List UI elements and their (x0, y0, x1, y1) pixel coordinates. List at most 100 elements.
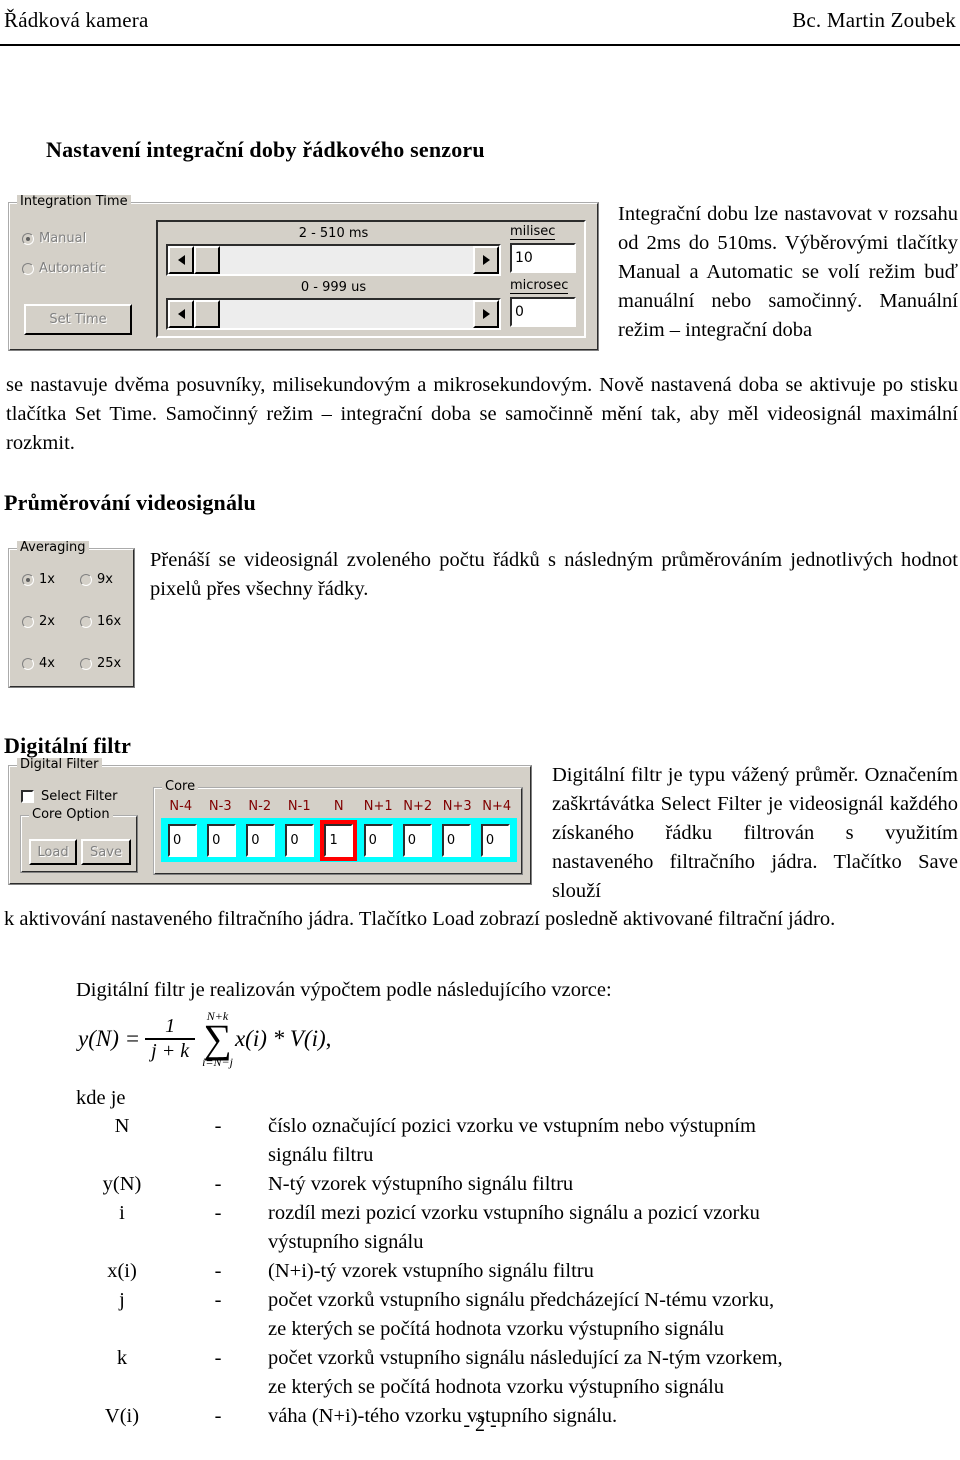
definition-text-xi: (N+i)-tý vzorek vstupního signálu filtru (268, 1260, 594, 1282)
core-label-n+4: N+4 (482, 799, 512, 814)
averaging-group-title: Averaging (17, 541, 89, 555)
radio-automatic[interactable]: Automatic (22, 261, 106, 276)
running-head-left: Řádková kamera (4, 8, 149, 32)
radio-averaging-1x-label: 1x (39, 572, 55, 587)
milisecond-slider-thumb[interactable] (194, 246, 220, 274)
radio-averaging-16x-indicator (80, 615, 92, 628)
core-label-n-4: N-4 (169, 799, 193, 814)
radio-averaging-2x-indicator (22, 615, 34, 628)
formula-summation: N+k ∑ i=N−j (202, 1010, 233, 1068)
formula-lhs: y(N) = (78, 1026, 141, 1051)
microsecond-slider-track[interactable] (220, 300, 473, 328)
formula-numerator: 1 (165, 1015, 176, 1037)
formula-body: x(i) * V(i) (234, 1026, 326, 1051)
core-cell-n[interactable]: 1 (320, 819, 358, 861)
core-label-n: N (333, 799, 344, 814)
radio-averaging-4x[interactable]: 4x (22, 656, 55, 671)
microsecond-slider-left-arrow[interactable] (168, 300, 194, 328)
integration-paragraph-full: se nastavuje dvěma posuvníky, milisekund… (6, 374, 958, 454)
radio-manual[interactable]: Manual (22, 231, 86, 246)
sigma-icon: ∑ (203, 1016, 232, 1061)
core-label-n-2: N-2 (248, 799, 272, 814)
definition-dash-k: - (214, 1347, 222, 1369)
radio-averaging-25x[interactable]: 25x (80, 656, 121, 671)
core-label-row: N-4 N-3 N-2 N-1 N N+1 N+2 N+3 N+4 (161, 799, 517, 814)
core-cell-n+3[interactable]: 0 (441, 823, 471, 857)
digital-filter-paragraph-right: Digitální filtr je typu vážený průměr. O… (552, 764, 958, 902)
definition-dash-i: - (214, 1202, 222, 1224)
us-range-caption: 0 - 999 us (300, 280, 367, 295)
microsecond-slider-right-arrow[interactable] (473, 300, 499, 328)
triangle-right-icon (482, 309, 490, 319)
core-option-group-title: Core Option (29, 808, 113, 822)
formula-where: kde je (76, 1087, 126, 1109)
radio-averaging-1x-indicator (22, 573, 34, 586)
definition-symbol-yN: y(N) (102, 1173, 142, 1195)
radio-averaging-2x[interactable]: 2x (22, 614, 55, 629)
definition-symbol-xi: x(i) (107, 1260, 137, 1282)
milisec-input[interactable]: 10 (510, 243, 576, 273)
core-cell-n+2[interactable]: 0 (402, 823, 432, 857)
definition-text-j: počet vzorků vstupního signálu předcháze… (268, 1289, 775, 1311)
radio-manual-label: Manual (39, 231, 87, 246)
definition-row-k: k - počet vzorků vstupního signálu násle… (76, 1344, 960, 1373)
milisec-label: milisec (510, 224, 556, 240)
milisecond-slider-left-arrow[interactable] (168, 246, 194, 274)
core-cell-n+1[interactable]: 0 (363, 823, 393, 857)
formula-denominator: j + k (151, 1040, 190, 1062)
milisecond-slider-track[interactable] (220, 246, 473, 274)
core-cell-n+4[interactable]: 0 (480, 823, 510, 857)
radio-averaging-9x[interactable]: 9x (80, 572, 113, 587)
core-cell-n-3[interactable]: 0 (207, 823, 237, 857)
definition-dash-N: - (214, 1115, 222, 1137)
heading-averaging: Průměrování videosignálu (4, 490, 256, 515)
integration-time-group-title: Integration Time (17, 195, 131, 209)
core-cell-n-4[interactable]: 0 (168, 823, 198, 857)
averaging-paragraph: Přenáší se videosignál zvoleného počtu ř… (150, 549, 958, 600)
header-rule (0, 44, 960, 46)
core-cell-n-2[interactable]: 0 (246, 823, 276, 857)
definition-text-i-line2: výstupního signálu (268, 1231, 424, 1253)
core-groupbox: Core N-4 N-3 N-2 N-1 N N+1 N+2 N+3 N+4 0… (153, 780, 523, 875)
core-value-strip: 0 0 0 0 1 0 0 0 0 (161, 818, 517, 862)
definition-dash-xi: - (214, 1260, 222, 1282)
checkbox-icon (21, 790, 34, 803)
definition-row-j: j - počet vzorků vstupního signálu předc… (76, 1286, 960, 1315)
core-label-n+1: N+1 (363, 799, 393, 814)
heading-integration-time: Nastavení integrační doby řádkového senz… (46, 137, 485, 162)
definition-row-N: N - číslo označující pozici vzorku ve vs… (76, 1112, 960, 1141)
load-button[interactable]: Load (29, 839, 77, 865)
save-button[interactable]: Save (81, 839, 131, 865)
definition-symbol-j: j (119, 1289, 125, 1311)
radio-averaging-25x-indicator (80, 657, 92, 670)
triangle-right-icon (482, 255, 490, 265)
definition-dash-j: - (214, 1289, 222, 1311)
triangle-left-icon (177, 255, 185, 265)
radio-averaging-1x[interactable]: 1x (22, 572, 55, 587)
radio-averaging-4x-indicator (22, 657, 34, 670)
radio-automatic-label: Automatic (39, 261, 106, 276)
radio-averaging-25x-label: 25x (97, 656, 122, 671)
radio-averaging-16x[interactable]: 16x (80, 614, 121, 629)
set-time-button[interactable]: Set Time (24, 304, 132, 335)
microsec-input[interactable]: 0 (510, 297, 576, 327)
microsecond-slider[interactable] (166, 298, 501, 330)
definition-row-i: i - rozdíl mezi pozicí vzorku vstupního … (76, 1199, 960, 1228)
definition-row-yN: y(N) - N-tý vzorek výstupního signálu fi… (76, 1170, 960, 1199)
running-head: Řádková kamera Bc. Martin Zoubek (0, 8, 960, 46)
core-label-n-3: N-3 (208, 799, 232, 814)
radio-averaging-4x-label: 4x (39, 656, 55, 671)
filter-formula: y(N) = 1 j + k N+k ∑ i=N−j x(i) * V(i) , (78, 1010, 331, 1068)
milisecond-slider-right-arrow[interactable] (473, 246, 499, 274)
slider-panel: 2 - 510 ms 0 - 999 us milisec 10 microse… (156, 220, 586, 338)
definition-text-N-line2: signálu filtru (268, 1144, 374, 1166)
milisecond-slider[interactable] (166, 244, 501, 276)
microsecond-slider-thumb[interactable] (194, 300, 220, 328)
page-number: - 2 - (463, 1414, 497, 1436)
select-filter-label: Select Filter (41, 789, 118, 804)
formula-sum-lower: i=N−j (202, 1055, 233, 1069)
core-label-n-1: N-1 (287, 799, 311, 814)
core-label-n+2: N+2 (403, 799, 433, 814)
core-cell-n-1[interactable]: 0 (285, 823, 315, 857)
select-filter-checkbox[interactable]: Select Filter (21, 789, 117, 804)
